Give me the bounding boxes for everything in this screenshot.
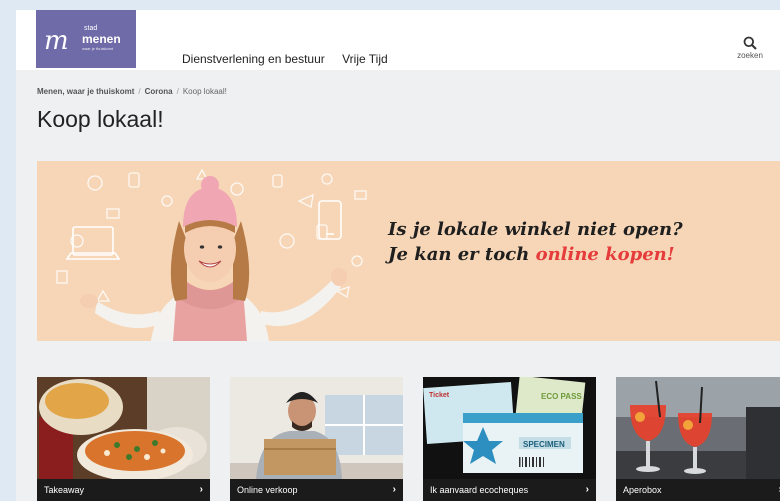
site-header: m stad menen waar je thuiskomt Dienstver… xyxy=(16,10,780,70)
logo-stad: stad xyxy=(84,25,98,32)
banner-line-1: Is je lokale winkel niet open? xyxy=(388,219,683,240)
ecocheque-text-top: Ticket xyxy=(429,392,450,399)
card-aperobox[interactable]: Aperobox › xyxy=(616,377,780,501)
chevron-right-icon: › xyxy=(392,484,396,495)
banner-headline: Is je lokale winkel niet open? Je kan er… xyxy=(388,217,683,267)
search-button[interactable]: zoeken xyxy=(730,36,770,60)
card-aperobox-bar: Aperobox › xyxy=(616,479,780,501)
chevron-right-icon: › xyxy=(199,484,203,495)
online-verkoop-image xyxy=(230,377,403,479)
main-nav: Dienstverlening en bestuur Vrije Tijd xyxy=(182,52,402,66)
card-online-verkoop-label: Online verkoop xyxy=(237,485,298,495)
logo-name: menen xyxy=(82,32,121,46)
banner-highlight: online kopen! xyxy=(535,244,675,265)
aperobox-image xyxy=(616,377,780,479)
card-aperobox-label: Aperobox xyxy=(623,485,662,495)
logo-mark: m xyxy=(44,26,69,56)
card-ecocheques-bar: Ik aanvaard ecocheques › xyxy=(423,479,596,501)
card-takeaway-label: Takeaway xyxy=(44,485,85,495)
card-ecocheques-label: Ik aanvaard ecocheques xyxy=(430,485,529,495)
breadcrumb-separator: / xyxy=(176,87,179,96)
ecocheque-text-side: ECO PASS xyxy=(541,392,582,401)
search-label: zoeken xyxy=(737,51,763,60)
card-grid: Takeaway › Online verkoop › Ticket SPECI… xyxy=(37,377,780,501)
breadcrumb: Menen, waar je thuiskomt / Corona / Koop lok… xyxy=(37,87,227,96)
logo-tagline: waar je thuiskomt xyxy=(82,46,114,51)
card-ecocheques[interactable]: Ticket SPECIMEN ECO PASS Ik aanvaard eco… xyxy=(423,377,596,501)
breadcrumb-home[interactable]: Menen, waar je thuiskomt xyxy=(37,87,134,96)
takeaway-image xyxy=(37,377,210,479)
banner-line-2-prefix: Je kan er toch xyxy=(388,244,536,265)
card-takeaway-bar: Takeaway › xyxy=(37,479,210,501)
nav-item-dienstverlening[interactable]: Dienstverlening en bestuur xyxy=(182,52,325,66)
page: m stad menen waar je thuiskomt Dienstver… xyxy=(16,10,780,501)
banner-line-2: Je kan er toch online kopen! xyxy=(388,242,683,267)
nav-item-vrije-tijd[interactable]: Vrije Tijd xyxy=(342,52,388,66)
ecocheque-text-specimen: SPECIMEN xyxy=(523,440,565,449)
breadcrumb-current: Koop lokaal! xyxy=(182,87,227,96)
ecocheque-image: Ticket SPECIMEN ECO PASS xyxy=(423,377,596,479)
page-title: Koop lokaal! xyxy=(37,106,164,132)
breadcrumb-corona[interactable]: Corona xyxy=(145,87,173,96)
promo-banner: Is je lokale winkel niet open? Je kan er… xyxy=(37,161,780,341)
chevron-right-icon: › xyxy=(585,484,589,495)
menen-logo[interactable]: m stad menen waar je thuiskomt xyxy=(36,10,136,68)
card-takeaway[interactable]: Takeaway › xyxy=(37,377,210,501)
search-icon xyxy=(743,36,757,50)
breadcrumb-separator: / xyxy=(138,87,141,96)
card-online-verkoop[interactable]: Online verkoop › xyxy=(230,377,403,501)
card-online-verkoop-bar: Online verkoop › xyxy=(230,479,403,501)
